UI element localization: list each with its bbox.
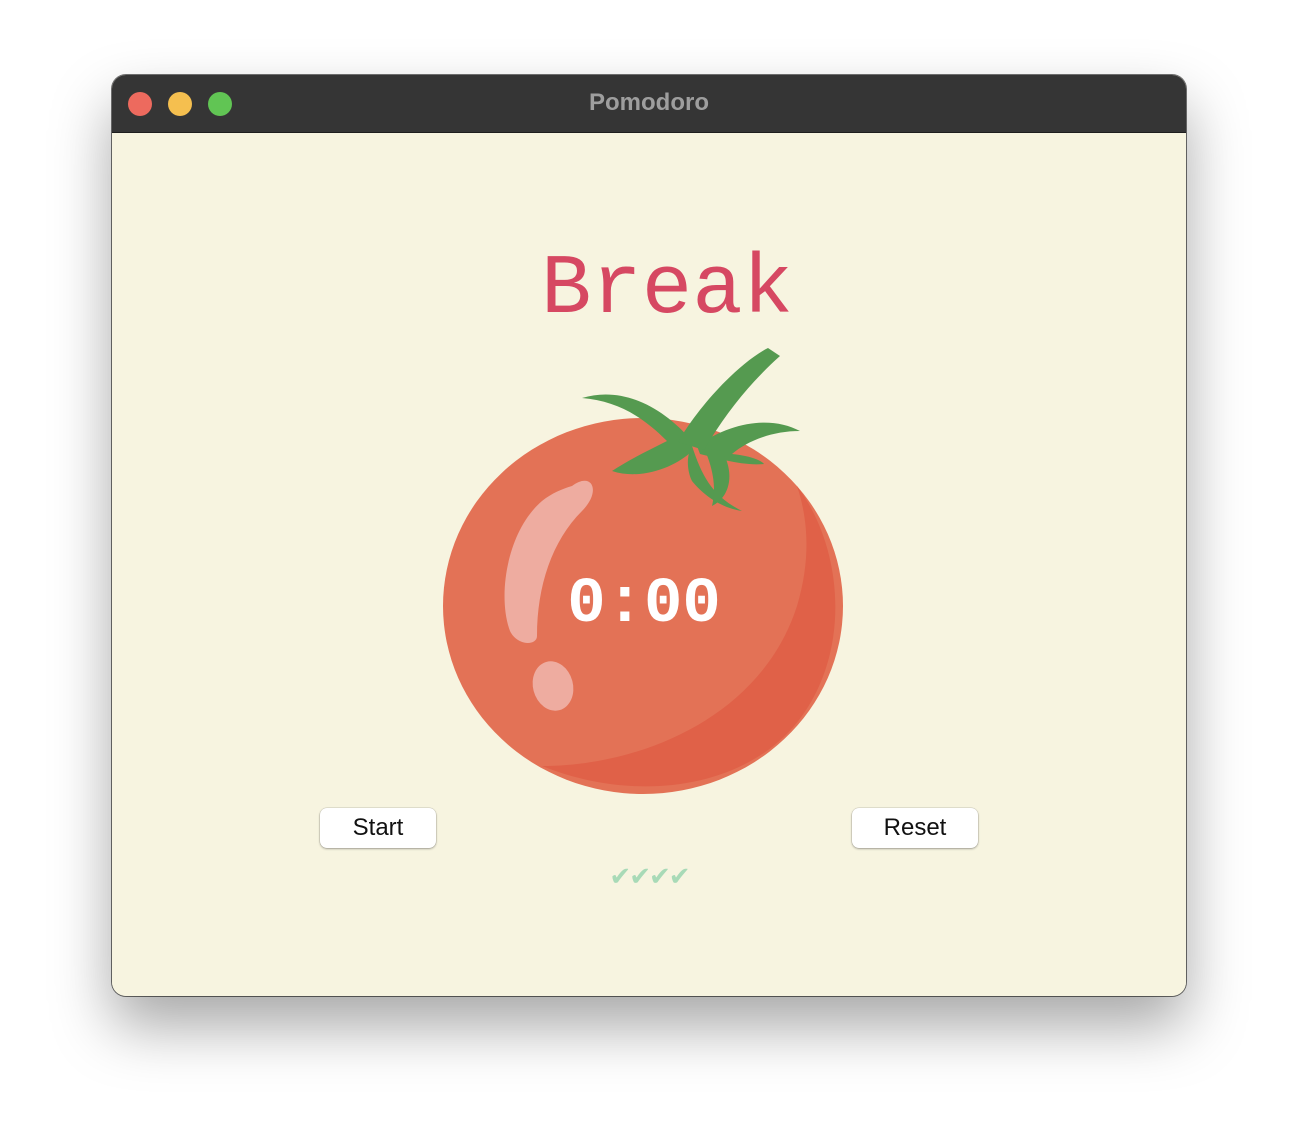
app-window: Pomodoro Break 0:00 Start Reset ✔✔✔✔: [112, 75, 1186, 996]
reset-button[interactable]: Reset: [852, 808, 978, 848]
main-content: Break 0:00 Start Reset ✔✔✔✔: [112, 133, 1186, 996]
mode-title: Break: [540, 243, 794, 338]
window-title: Pomodoro: [589, 89, 709, 116]
title-bar: Pomodoro: [112, 75, 1186, 133]
start-button[interactable]: Start: [320, 808, 436, 848]
timer-display: 0:00: [567, 569, 721, 641]
completed-checkmarks: ✔✔✔✔: [609, 862, 690, 892]
